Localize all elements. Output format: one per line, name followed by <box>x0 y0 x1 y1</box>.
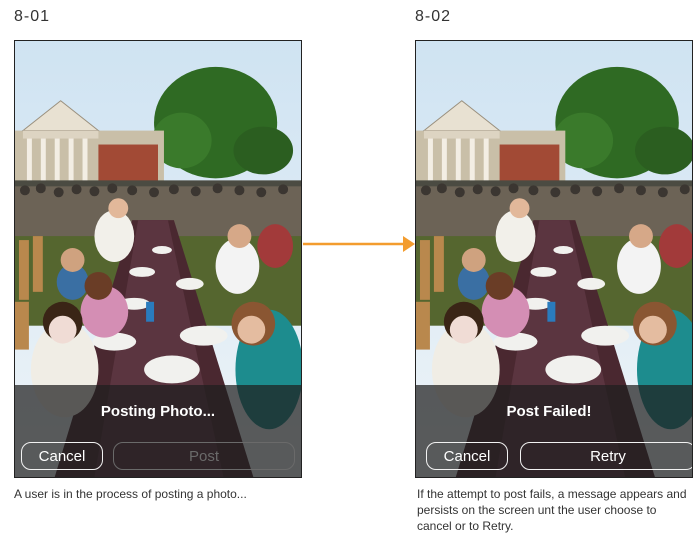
status-message: Post Failed! <box>506 403 592 420</box>
status-overlay: Post Failed! Cancel Retry <box>416 385 692 477</box>
screen-label: 8-01 <box>14 8 51 25</box>
caption: If the attempt to post fails, a message … <box>417 487 687 533</box>
status-message: Posting Photo... <box>100 403 216 420</box>
screen-label: 8-02 <box>415 8 452 25</box>
phone-screen-posting: Posting Photo... Cancel Post <box>14 40 302 478</box>
arrow-right-icon <box>303 236 415 252</box>
cancel-button[interactable]: Cancel <box>426 442 508 470</box>
retry-button[interactable]: Retry <box>520 442 692 470</box>
cancel-button[interactable]: Cancel <box>21 442 103 470</box>
status-overlay: Posting Photo... Cancel Post <box>15 385 301 477</box>
phone-screen-failed: Post Failed! Cancel Retry <box>415 40 693 478</box>
caption: A user is in the process of posting a ph… <box>14 487 247 501</box>
post-button[interactable]: Post <box>113 442 295 470</box>
